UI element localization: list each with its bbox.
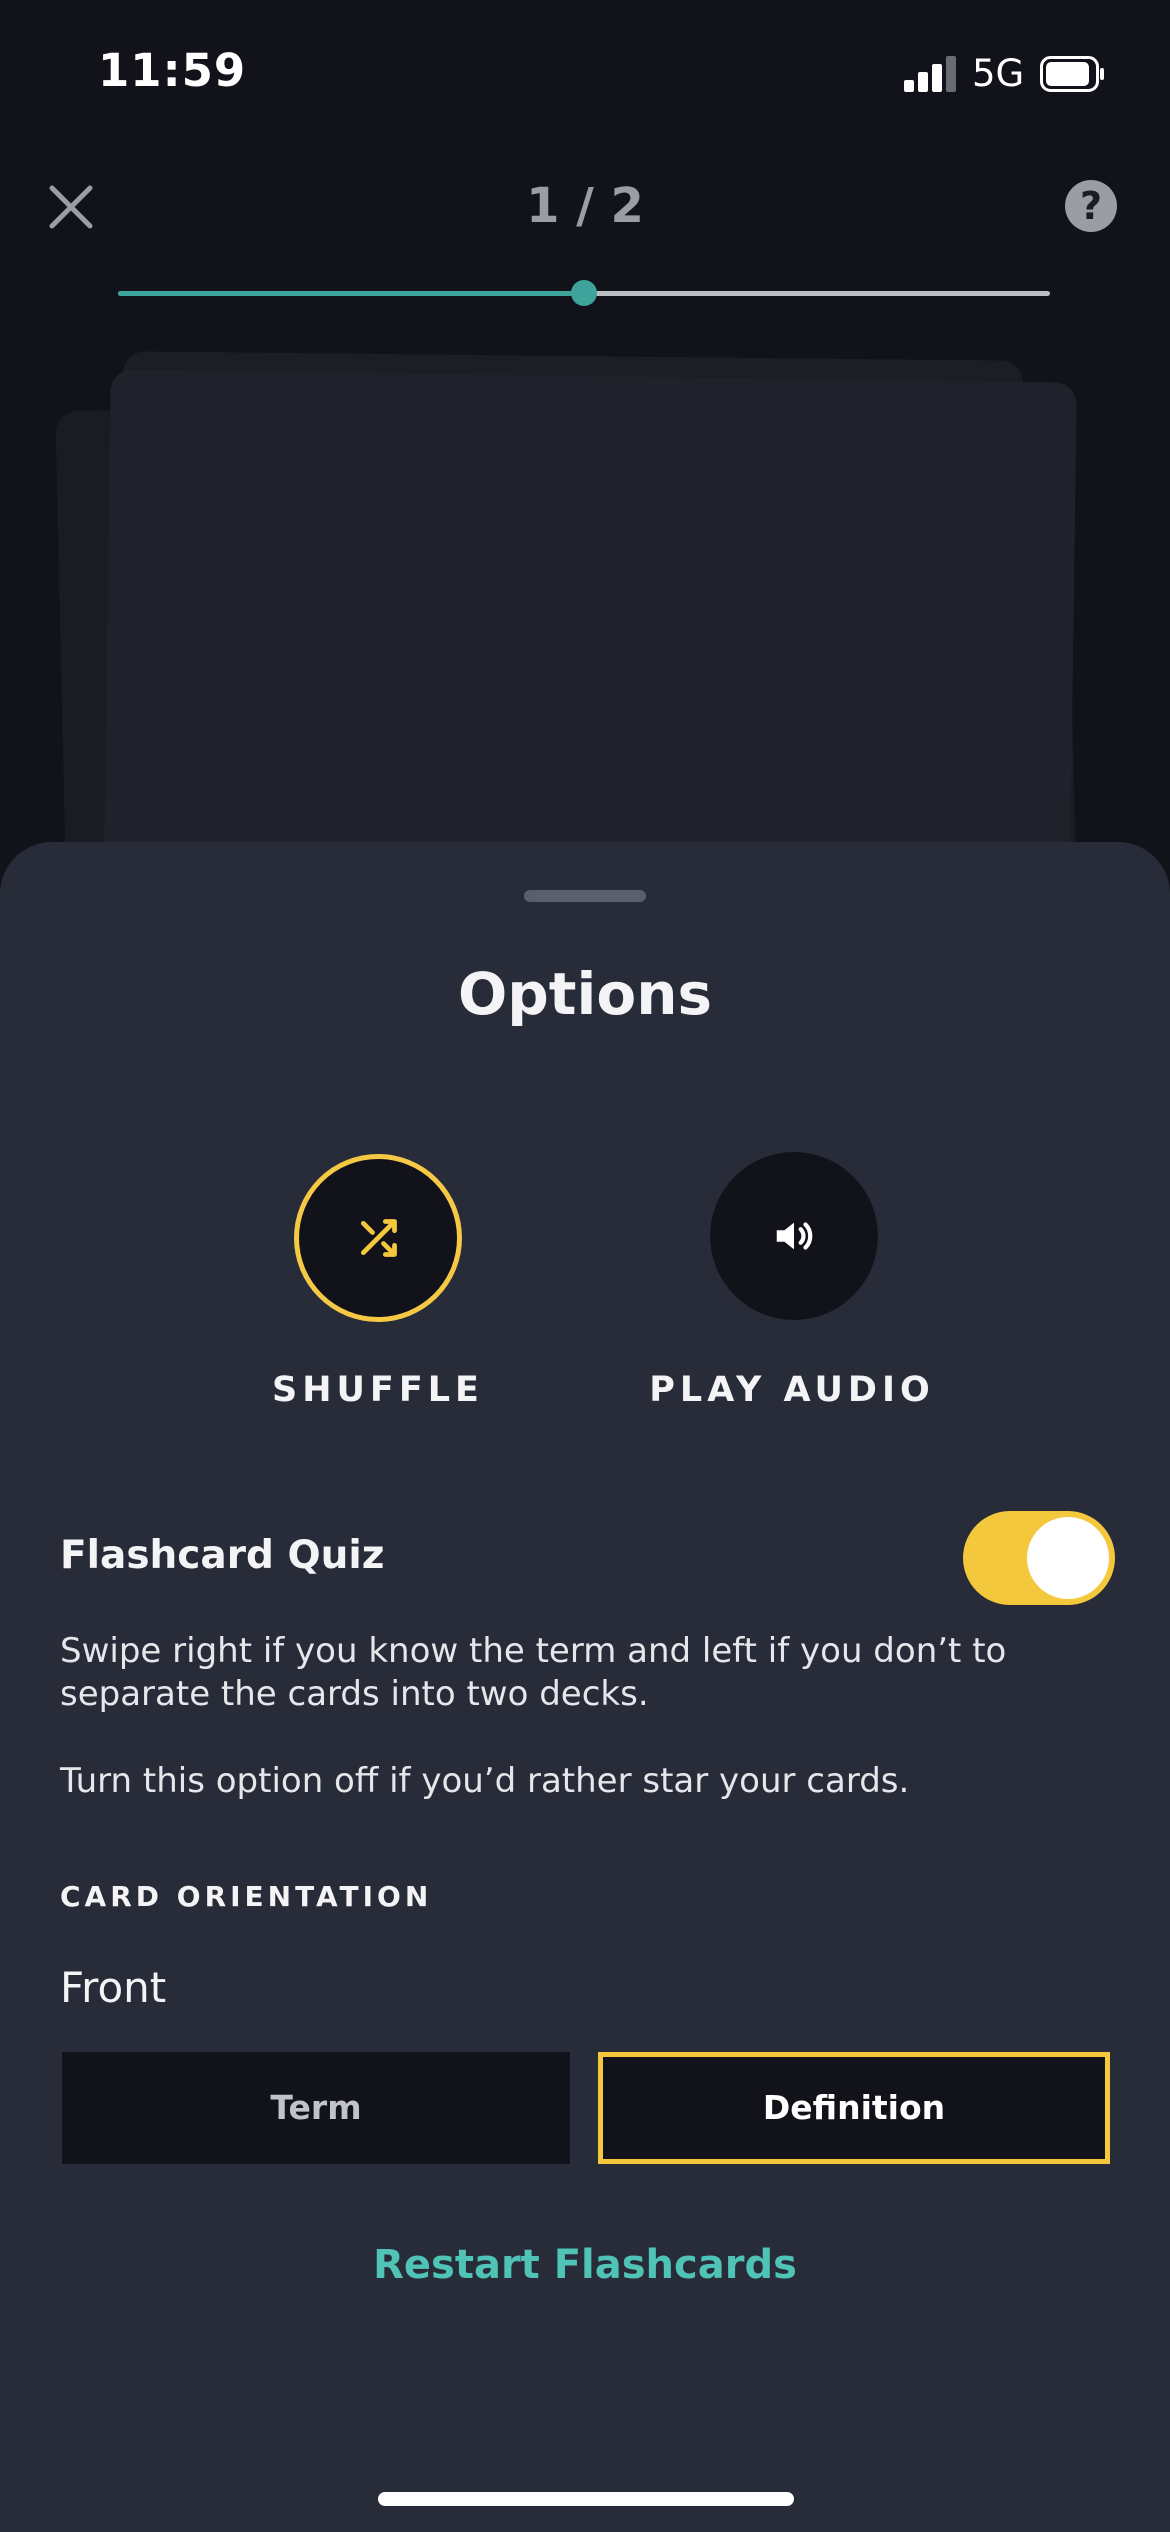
- help-icon[interactable]: ?: [1065, 180, 1117, 232]
- card-progress-counter: 1 / 2: [526, 178, 644, 234]
- flashcard-quiz-title: Flashcard Quiz: [60, 1533, 385, 1578]
- close-icon[interactable]: [44, 180, 98, 234]
- shuffle-label: SHUFFLE: [272, 1370, 484, 1410]
- shuffle-button[interactable]: [294, 1154, 462, 1322]
- toggle-knob: [1027, 1517, 1109, 1599]
- battery-icon: [1040, 56, 1106, 92]
- flashcard-quiz-toggle[interactable]: [963, 1511, 1115, 1605]
- front-label: Front: [60, 1963, 167, 2012]
- restart-flashcards-button[interactable]: Restart Flashcards: [0, 2242, 1170, 2288]
- sheet-drag-handle[interactable]: [524, 890, 646, 902]
- status-time: 11:59: [98, 44, 247, 97]
- speaker-icon: [776, 1222, 813, 1250]
- play-audio-button[interactable]: [710, 1152, 878, 1320]
- progress-thumb[interactable]: [571, 280, 597, 306]
- play-audio-label: PLAY AUDIO: [649, 1370, 935, 1410]
- progress-fill: [118, 291, 584, 296]
- network-type: 5G: [972, 52, 1025, 95]
- quiz-off-hint: Turn this option off if you’d rather sta…: [60, 1761, 910, 1801]
- orientation-term-button[interactable]: Term: [62, 2052, 570, 2164]
- home-indicator[interactable]: [378, 2492, 794, 2506]
- progress-slider[interactable]: [118, 280, 1050, 306]
- card-orientation-heading: CARD ORIENTATION: [60, 1880, 433, 1913]
- sheet-title: Options: [457, 960, 713, 1028]
- shuffle-icon: [360, 1219, 397, 1257]
- orientation-definition-button[interactable]: Definition: [598, 2052, 1110, 2164]
- cellular-signal-icon: [904, 56, 956, 92]
- quiz-description: Swipe right if you know the term and lef…: [60, 1631, 1007, 1714]
